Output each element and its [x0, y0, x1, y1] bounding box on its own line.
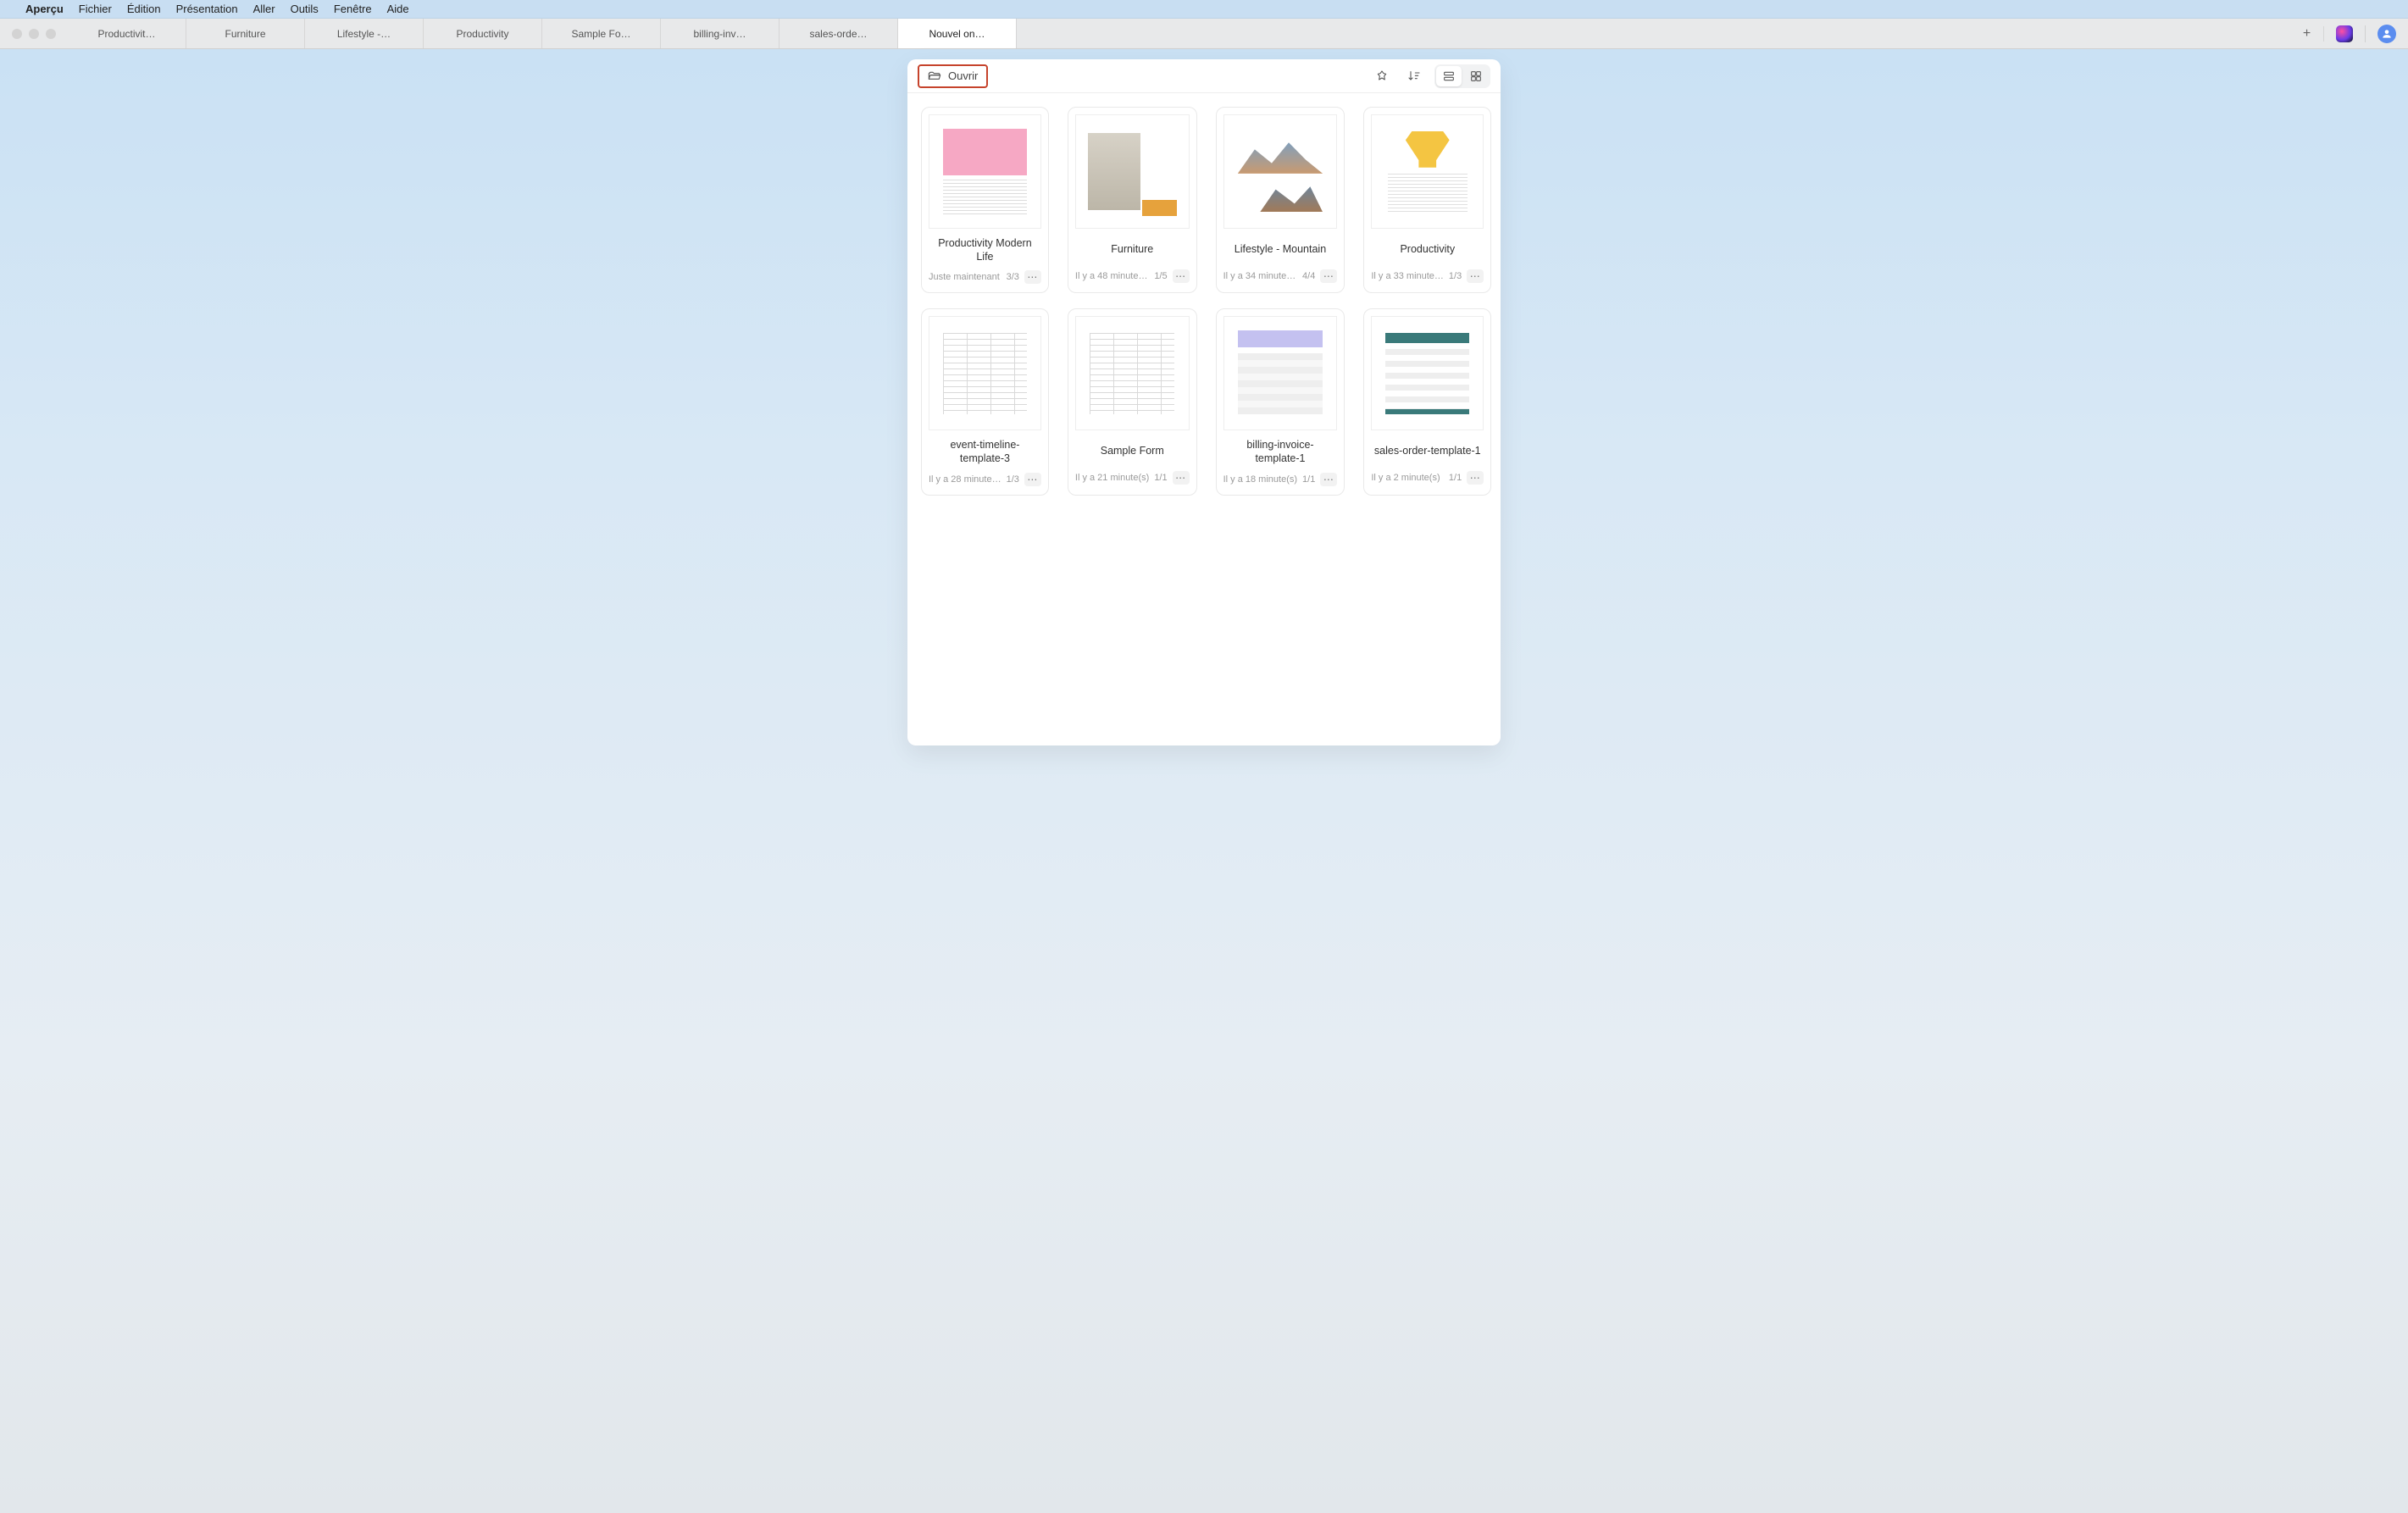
divider: [2365, 25, 2366, 42]
document-thumbnail: [929, 114, 1041, 229]
document-more-button[interactable]: ⋯: [1320, 473, 1337, 486]
tab-bar: Productivit…FurnitureLifestyle -…Product…: [68, 19, 2290, 48]
document-card[interactable]: sales-order-template-1 Il y a 2 minute(s)…: [1363, 308, 1491, 495]
document-time: Il y a 18 minute(s): [1223, 474, 1297, 485]
tab[interactable]: Productivit…: [68, 19, 186, 48]
window-chrome: Productivit…FurnitureLifestyle -…Product…: [0, 19, 2408, 49]
document-time: Il y a 28 minute…: [929, 474, 1001, 485]
document-meta: Il y a 18 minute(s) 1/1 ⋯: [1223, 473, 1338, 486]
document-title: billing-invoice-template-1: [1223, 439, 1338, 465]
document-meta: Il y a 34 minute… 4/4 ⋯: [1223, 269, 1338, 283]
documents-grid: Productivity Modern Life Juste maintenant…: [916, 107, 1492, 496]
document-time: Il y a 34 minute…: [1223, 271, 1297, 281]
open-button-label: Ouvrir: [948, 69, 978, 82]
document-card[interactable]: billing-invoice-template-1 Il y a 18 minu…: [1216, 308, 1345, 495]
document-pages: 1/5: [1154, 271, 1167, 281]
view-grid-button[interactable]: [1463, 66, 1489, 86]
document-more-button[interactable]: ⋯: [1173, 269, 1190, 283]
document-thumbnail: [1371, 316, 1484, 430]
menu-fenetre[interactable]: Fenêtre: [334, 3, 372, 15]
new-tab-button[interactable]: +: [2290, 26, 2324, 42]
menu-aller[interactable]: Aller: [253, 3, 275, 15]
document-time: Il y a 33 minute…: [1371, 271, 1444, 281]
document-thumbnail: [1371, 114, 1484, 229]
document-time: Il y a 2 minute(s): [1371, 473, 1444, 483]
document-title: sales-order-template-1: [1371, 439, 1484, 464]
document-time: Il y a 48 minute…: [1075, 271, 1149, 281]
siri-icon[interactable]: [2336, 25, 2353, 42]
menu-edition[interactable]: Édition: [127, 3, 161, 15]
document-title: Furniture: [1075, 237, 1190, 263]
account-icon[interactable]: [2377, 25, 2396, 43]
menu-outils[interactable]: Outils: [291, 3, 319, 15]
document-more-button[interactable]: ⋯: [1024, 473, 1041, 486]
recents-panel: Ouvrir Productivi: [907, 59, 1501, 745]
document-more-button[interactable]: ⋯: [1024, 270, 1041, 284]
document-time: Il y a 21 minute(s): [1075, 473, 1149, 483]
document-more-button[interactable]: ⋯: [1320, 269, 1337, 283]
window-close-button[interactable]: [12, 29, 22, 39]
panel-body: Productivity Modern Life Juste maintenant…: [907, 93, 1501, 745]
document-pages: 4/4: [1302, 271, 1315, 281]
window-minimize-button[interactable]: [29, 29, 39, 39]
document-thumbnail: [1223, 114, 1338, 229]
document-thumbnail: [1075, 114, 1190, 229]
pin-icon[interactable]: [1370, 66, 1394, 86]
tab[interactable]: Lifestyle -…: [305, 19, 424, 48]
document-more-button[interactable]: ⋯: [1173, 471, 1190, 485]
document-pages: 1/1: [1302, 474, 1315, 485]
document-pages: 1/3: [1007, 474, 1019, 485]
tab[interactable]: Sample Fo…: [542, 19, 661, 48]
document-pages: 1/3: [1449, 271, 1462, 281]
panel-toolbar: Ouvrir: [907, 59, 1501, 93]
document-pages: 1/1: [1154, 473, 1167, 483]
document-card[interactable]: event-timeline-template-3 Il y a 28 minut…: [921, 308, 1049, 495]
document-meta: Il y a 21 minute(s) 1/1 ⋯: [1075, 471, 1190, 485]
menu-aide[interactable]: Aide: [387, 3, 409, 15]
view-toggle: [1434, 64, 1490, 88]
tab[interactable]: Furniture: [186, 19, 305, 48]
app-menu[interactable]: Aperçu: [25, 3, 64, 15]
document-meta: Juste maintenant 3/3 ⋯: [929, 270, 1041, 284]
tab[interactable]: Nouvel on…: [898, 19, 1017, 48]
menu-presentation[interactable]: Présentation: [176, 3, 238, 15]
folder-open-icon: [928, 69, 941, 83]
document-pages: 3/3: [1007, 272, 1019, 282]
menu-fichier[interactable]: Fichier: [79, 3, 112, 15]
document-meta: Il y a 33 minute… 1/3 ⋯: [1371, 269, 1484, 283]
window-zoom-button[interactable]: [46, 29, 56, 39]
sort-icon[interactable]: [1402, 66, 1426, 86]
document-meta: Il y a 48 minute… 1/5 ⋯: [1075, 269, 1190, 283]
tab[interactable]: billing-inv…: [661, 19, 780, 48]
document-thumbnail: [929, 316, 1041, 430]
document-card[interactable]: Productivity Modern Life Juste maintenant…: [921, 107, 1049, 293]
document-title: Lifestyle - Mountain: [1223, 237, 1338, 263]
document-title: event-timeline-template-3: [929, 439, 1041, 465]
document-meta: Il y a 2 minute(s) 1/1 ⋯: [1371, 471, 1484, 485]
document-more-button[interactable]: ⋯: [1467, 269, 1484, 283]
document-thumbnail: [1223, 316, 1338, 430]
open-button[interactable]: Ouvrir: [918, 64, 988, 88]
document-title: Productivity Modern Life: [929, 237, 1041, 263]
document-card[interactable]: Productivity Il y a 33 minute… 1/3 ⋯: [1363, 107, 1491, 293]
document-time: Juste maintenant: [929, 272, 1001, 282]
document-title: Sample Form: [1075, 439, 1190, 464]
tab[interactable]: sales-orde…: [780, 19, 898, 48]
traffic-lights: [0, 29, 68, 39]
document-card[interactable]: Furniture Il y a 48 minute… 1/5 ⋯: [1068, 107, 1197, 293]
desktop: Ouvrir Productivi: [0, 49, 2408, 1513]
document-card[interactable]: Lifestyle - Mountain Il y a 34 minute… 4/4…: [1216, 107, 1345, 293]
document-card[interactable]: Sample Form Il y a 21 minute(s) 1/1 ⋯: [1068, 308, 1197, 495]
document-title: Productivity: [1371, 237, 1484, 263]
document-more-button[interactable]: ⋯: [1467, 471, 1484, 485]
macos-menubar: Aperçu Fichier Édition Présentation Alle…: [0, 0, 2408, 19]
document-pages: 1/1: [1449, 473, 1462, 483]
document-meta: Il y a 28 minute… 1/3 ⋯: [929, 473, 1041, 486]
document-thumbnail: [1075, 316, 1190, 430]
tab[interactable]: Productivity: [424, 19, 542, 48]
view-list-button[interactable]: [1436, 66, 1462, 86]
